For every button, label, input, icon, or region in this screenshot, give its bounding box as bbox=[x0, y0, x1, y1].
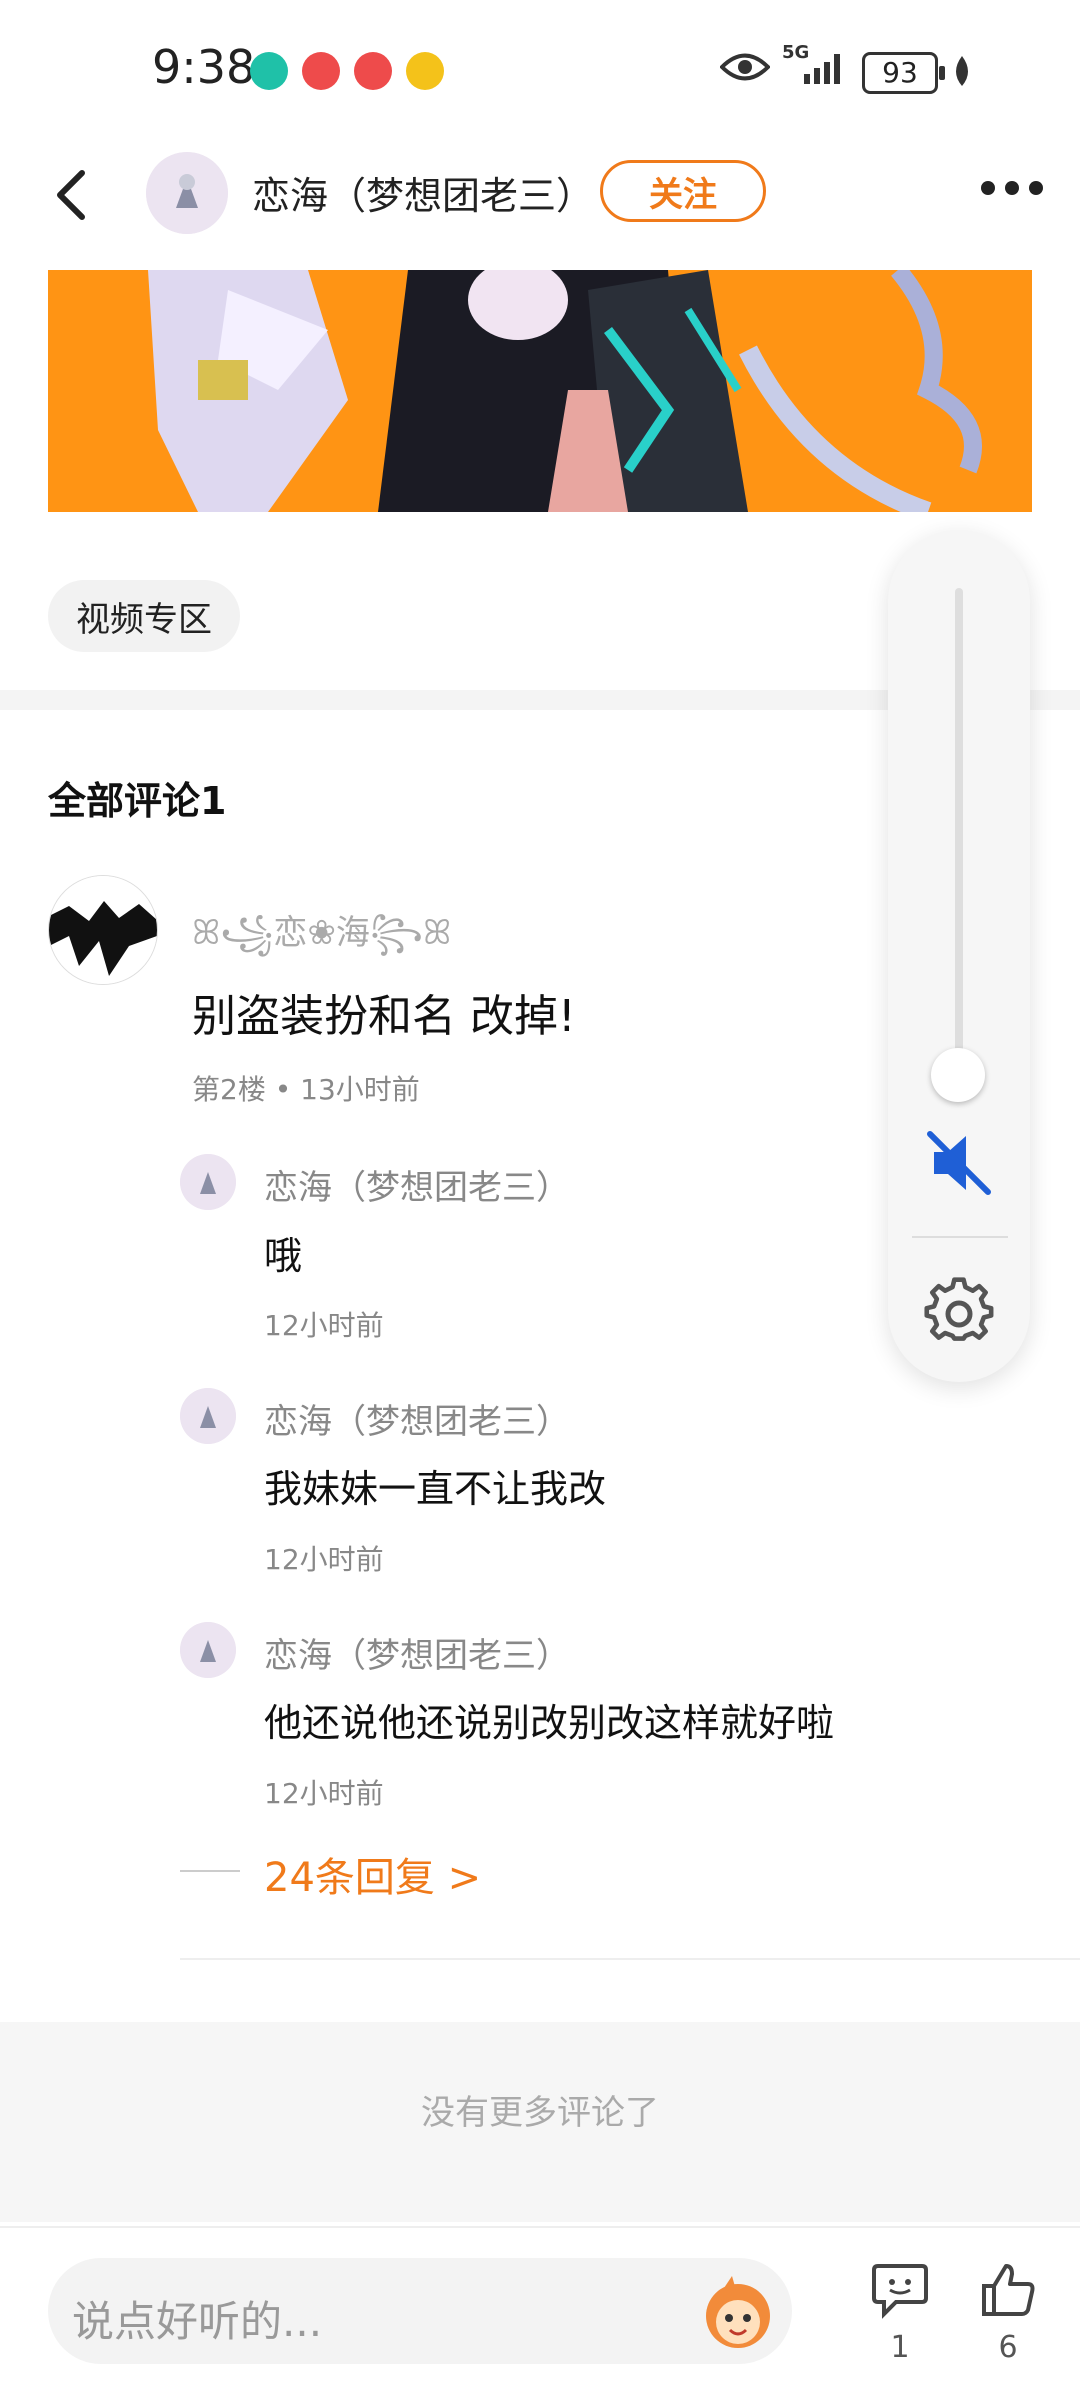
comment-text: 别盗装扮和名 改掉! bbox=[192, 991, 576, 1042]
reply-text: 他还说他还说别改别改这样就好啦 bbox=[264, 1701, 835, 1745]
author-avatar[interactable] bbox=[146, 152, 228, 234]
volume-slider-track[interactable] bbox=[955, 588, 963, 1078]
volume-divider bbox=[912, 1236, 1008, 1238]
reply-text: 我妹妹一直不让我改 bbox=[264, 1467, 607, 1511]
like-thumb-icon[interactable] bbox=[978, 2260, 1038, 2320]
more-replies-link[interactable]: 24条回复 > bbox=[264, 1845, 481, 1903]
eye-icon bbox=[720, 53, 770, 81]
status-bar: 9:38 5G 93 bbox=[0, 0, 1080, 140]
no-more-comments: 没有更多评论了 bbox=[421, 2093, 659, 2133]
comments-title: 全部评论1 bbox=[48, 779, 227, 823]
reply-avatar[interactable] bbox=[180, 1154, 236, 1210]
comment-divider bbox=[180, 1958, 1080, 1960]
reply-user[interactable]: 恋海（梦想团老三） bbox=[264, 1628, 570, 1677]
volume-slider-knob[interactable] bbox=[931, 1048, 985, 1102]
reply-avatar[interactable] bbox=[180, 1388, 236, 1444]
app-notification-icon bbox=[354, 52, 392, 90]
reply-time: 12小时前 bbox=[264, 1543, 384, 1576]
back-arrow-icon[interactable] bbox=[48, 165, 98, 225]
signal-icon bbox=[804, 54, 840, 84]
reply-time: 12小时前 bbox=[264, 1309, 384, 1342]
follow-button[interactable]: 关注 bbox=[600, 160, 766, 222]
like-count: 6 bbox=[998, 2330, 1018, 2365]
status-right: 5G 93 bbox=[720, 40, 1080, 100]
cup-app-icon bbox=[406, 52, 444, 90]
author-name[interactable]: 恋海（梦想团老三） bbox=[252, 165, 594, 220]
gear-icon[interactable] bbox=[924, 1276, 994, 1346]
more-options-icon[interactable] bbox=[980, 178, 1044, 198]
reply-user[interactable]: 恋海（梦想团老三） bbox=[264, 1394, 570, 1443]
comment-count: 1 bbox=[890, 2330, 910, 2365]
reply-text: 哦 bbox=[264, 1234, 303, 1278]
commenter-name[interactable]: ꕤ꧁恋❀海꧂ꕤ bbox=[192, 905, 451, 976]
comment-icon[interactable] bbox=[870, 2260, 930, 2320]
shield-app-icon bbox=[250, 52, 288, 90]
reply-user[interactable]: 恋海（梦想团老三） bbox=[264, 1160, 570, 1209]
post-banner-image[interactable] bbox=[48, 270, 1032, 512]
commenter-avatar[interactable] bbox=[48, 875, 158, 985]
emoji-sticker-icon[interactable] bbox=[698, 2272, 778, 2352]
comment-input[interactable]: 说点好听的... bbox=[48, 2258, 792, 2364]
mute-icon[interactable] bbox=[926, 1128, 992, 1198]
replies-line bbox=[180, 1870, 240, 1872]
status-time: 9:38 bbox=[152, 40, 256, 94]
volume-panel bbox=[888, 530, 1030, 1382]
reply-time: 12小时前 bbox=[264, 1777, 384, 1810]
comment-input-placeholder: 说点好听的... bbox=[72, 2297, 323, 2346]
comment-meta: 第2楼 • 13小时前 bbox=[192, 1073, 420, 1106]
reply-avatar[interactable] bbox=[180, 1622, 236, 1678]
leaf-icon bbox=[956, 56, 968, 86]
battery-indicator: 93 bbox=[862, 52, 945, 94]
tag-video-zone[interactable]: 视频专区 bbox=[48, 580, 240, 652]
app-notification-icon bbox=[302, 52, 340, 90]
